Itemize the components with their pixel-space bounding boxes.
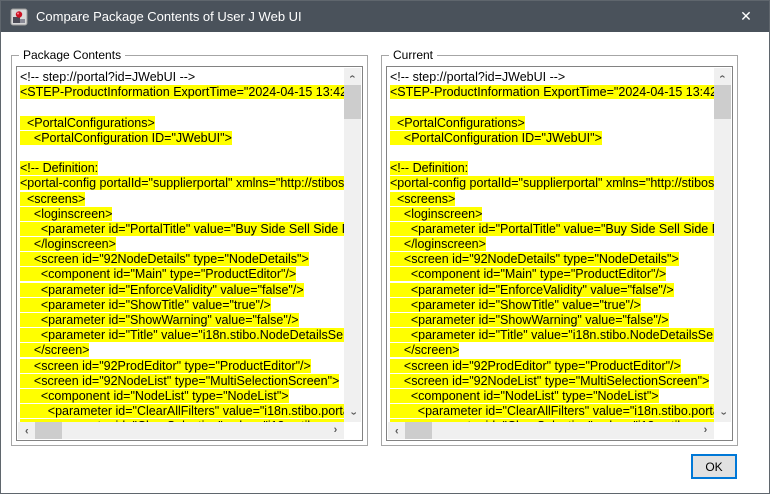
xml-line: <portal-config portalId="supplierportal"… — [390, 176, 714, 191]
xml-line: <parameter id="EnforceValidity" value="f… — [20, 283, 344, 298]
scroll-down-button[interactable]: › — [714, 405, 731, 422]
chevron-up-icon: › — [717, 75, 728, 79]
xml-line: <PortalConfiguration ID="JWebUI"> — [20, 131, 344, 146]
scroll-right-button[interactable]: › — [327, 422, 344, 439]
scroll-left-button[interactable]: › — [18, 422, 35, 439]
current-label: Current — [389, 48, 437, 62]
chevron-left-icon: › — [25, 425, 29, 436]
xml-line: <loginscreen> — [20, 207, 344, 222]
title-bar: Compare Package Contents of User J Web U… — [1, 1, 769, 32]
xml-line: <PortalConfiguration ID="JWebUI"> — [390, 131, 714, 146]
xml-line: <portal-config portalId="supplierportal"… — [20, 176, 344, 191]
close-icon: ✕ — [740, 8, 752, 25]
xml-line: <screen id="92NodeDetails" type="NodeDet… — [20, 252, 344, 267]
xml-line: <screen id="92NodeList" type="MultiSelec… — [390, 374, 714, 389]
chevron-right-icon: › — [704, 425, 708, 436]
chevron-up-icon: › — [347, 75, 358, 79]
xml-line: <STEP-ProductInformation ExportTime="202… — [390, 85, 714, 100]
scrollbar-corner — [714, 422, 731, 439]
xml-line: <parameter id="Title" value="i18n.stibo.… — [390, 328, 714, 343]
xml-line: <STEP-ProductInformation ExportTime="202… — [20, 85, 344, 100]
xml-line: <parameter id="ShowTitle" value="true"/> — [390, 298, 714, 313]
scroll-left-button[interactable]: › — [388, 422, 405, 439]
xml-line: <screens> — [20, 192, 344, 207]
xml-line — [20, 100, 344, 115]
xml-line: <!-- step://portal?id=JWebUI --> — [20, 70, 344, 85]
vertical-scroll-thumb[interactable] — [344, 85, 361, 119]
xml-line: <parameter id="ShowWarning" value="false… — [20, 313, 344, 328]
scroll-down-button[interactable]: › — [344, 405, 361, 422]
package-contents-vertical-scrollbar[interactable]: › › — [344, 68, 361, 422]
xml-line: </loginscreen> — [390, 237, 714, 252]
compare-dialog: Compare Package Contents of User J Web U… — [0, 0, 770, 494]
scroll-up-button[interactable]: › — [344, 68, 361, 85]
vertical-scroll-thumb[interactable] — [714, 85, 731, 119]
package-contents-xml: <!-- step://portal?id=JWebUI --><STEP-Pr… — [18, 70, 344, 422]
horizontal-scroll-thumb[interactable] — [405, 422, 432, 439]
xml-line: <parameter id="PortalTitle" value="Buy S… — [390, 222, 714, 237]
current-groupbox: Current <!-- step://portal?id=JWebUI -->… — [381, 55, 738, 446]
xml-line: <parameter id="ClearAllFilters" value="i… — [390, 404, 714, 419]
xml-line: <screen id="92NodeDetails" type="NodeDet… — [390, 252, 714, 267]
xml-line — [20, 146, 344, 161]
scroll-up-button[interactable]: › — [714, 68, 731, 85]
xml-line: <component id="Main" type="ProductEditor… — [390, 267, 714, 282]
xml-line: <PortalConfigurations> — [20, 116, 344, 131]
current-textarea[interactable]: <!-- step://portal?id=JWebUI --><STEP-Pr… — [386, 66, 733, 441]
app-icon — [10, 8, 28, 26]
xml-line: <parameter id="PortalTitle" value="Buy S… — [20, 222, 344, 237]
current-xml: <!-- step://portal?id=JWebUI --><STEP-Pr… — [388, 70, 714, 422]
package-contents-groupbox: Package Contents <!-- step://portal?id=J… — [11, 55, 368, 446]
xml-line: <PortalConfigurations> — [390, 116, 714, 131]
xml-line: <screen id="92ProdEditor" type="ProductE… — [390, 359, 714, 374]
package-contents-label: Package Contents — [19, 48, 125, 62]
xml-line: <component id="NodeList" type="NodeList"… — [20, 389, 344, 404]
chevron-down-icon: › — [717, 412, 728, 416]
xml-line: <parameter id="ShowWarning" value="false… — [390, 313, 714, 328]
xml-line: <!-- Definition: — [20, 161, 344, 176]
close-button[interactable]: ✕ — [723, 1, 769, 32]
xml-line: <screen id="92ProdEditor" type="ProductE… — [20, 359, 344, 374]
package-contents-horizontal-scrollbar[interactable]: › › — [18, 422, 344, 439]
horizontal-scroll-thumb[interactable] — [35, 422, 62, 439]
scrollbar-corner — [344, 422, 361, 439]
xml-line — [390, 100, 714, 115]
chevron-left-icon: › — [395, 425, 399, 436]
window-title: Compare Package Contents of User J Web U… — [36, 9, 302, 24]
xml-line: <!-- step://portal?id=JWebUI --> — [390, 70, 714, 85]
ok-button[interactable]: OK — [691, 454, 737, 479]
xml-line: </screen> — [390, 343, 714, 358]
xml-line: <component id="Main" type="ProductEditor… — [20, 267, 344, 282]
current-horizontal-scrollbar[interactable]: › › — [388, 422, 714, 439]
xml-line: <parameter id="EnforceValidity" value="f… — [390, 283, 714, 298]
xml-line: </screen> — [20, 343, 344, 358]
xml-line: <parameter id="ShowTitle" value="true"/> — [20, 298, 344, 313]
chevron-down-icon: › — [347, 412, 358, 416]
xml-line: </loginscreen> — [20, 237, 344, 252]
xml-line: <!-- Definition: — [390, 161, 714, 176]
current-vertical-scrollbar[interactable]: › › — [714, 68, 731, 422]
xml-line: <parameter id="Title" value="i18n.stibo.… — [20, 328, 344, 343]
package-contents-textarea[interactable]: <!-- step://portal?id=JWebUI --><STEP-Pr… — [16, 66, 363, 441]
xml-line: <component id="NodeList" type="NodeList"… — [390, 389, 714, 404]
chevron-right-icon: › — [334, 425, 338, 436]
xml-line: <screens> — [390, 192, 714, 207]
xml-line: <loginscreen> — [390, 207, 714, 222]
xml-line — [390, 146, 714, 161]
scroll-right-button[interactable]: › — [697, 422, 714, 439]
xml-line: <parameter id="ClearAllFilters" value="i… — [20, 404, 344, 419]
xml-line: <screen id="92NodeList" type="MultiSelec… — [20, 374, 344, 389]
